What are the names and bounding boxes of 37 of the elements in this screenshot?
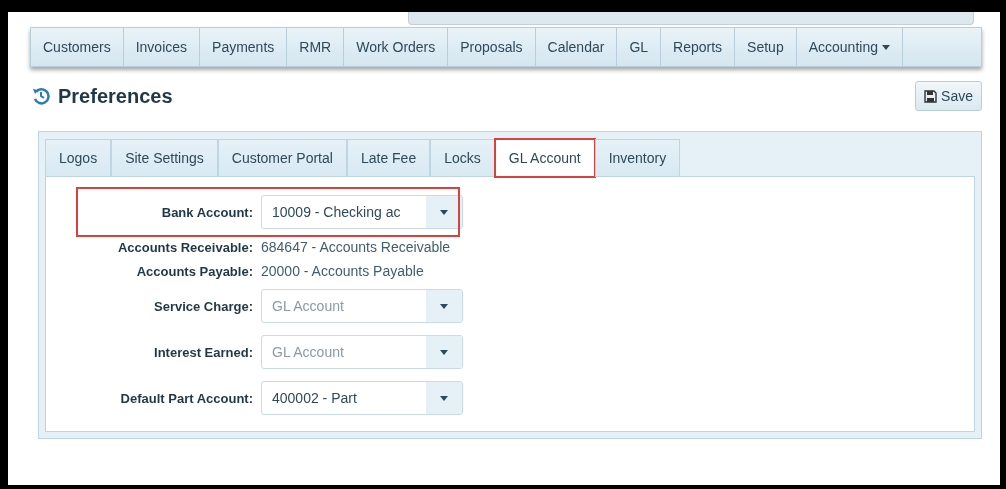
nav-link[interactable]: Proposals (448, 28, 536, 66)
nav-link[interactable]: Customers (31, 28, 124, 66)
field-label: Bank Account: (160, 204, 253, 220)
tab[interactable]: Late Fee (346, 139, 431, 177)
tab[interactable]: Locks (430, 139, 495, 177)
tab[interactable]: GL Account (494, 139, 595, 177)
field-label: Accounts Receivable: (116, 239, 253, 255)
field-label: Service Charge: (153, 298, 253, 314)
nav-link[interactable]: Calendar (535, 28, 618, 66)
tab[interactable]: Customer Portal (217, 139, 347, 177)
nav-link[interactable]: Reports (661, 28, 736, 66)
field-value: 684647 - Accounts Receivable (261, 239, 452, 255)
nav-link[interactable]: Work Orders (344, 28, 449, 66)
nav-link[interactable]: Accounting (796, 28, 903, 66)
tab[interactable]: Logos (45, 139, 112, 177)
save-button[interactable]: Save (915, 81, 982, 111)
caret-icon (881, 44, 890, 50)
field-label: Accounts Payable: (135, 263, 253, 279)
field-label: Default Part Account: (119, 390, 253, 406)
nav-link[interactable]: Setup (735, 28, 797, 66)
nav-link[interactable]: Payments (200, 28, 288, 66)
caret-icon (440, 349, 448, 355)
save-icon (924, 89, 938, 103)
history-icon (32, 87, 50, 105)
field-value: 20000 - Accounts Payable (261, 263, 425, 279)
tab[interactable]: Site Settings (111, 139, 218, 177)
caret-icon (440, 395, 448, 401)
nav-link[interactable]: GL (617, 28, 662, 66)
page-title: Preferences (58, 84, 173, 108)
caret-icon (440, 303, 448, 309)
nav-link[interactable]: Invoices (123, 28, 201, 66)
field-label: Interest Earned: (153, 344, 253, 360)
select-field[interactable]: 10009 - Checking ac (261, 195, 463, 229)
nav-link[interactable]: RMR (287, 28, 345, 66)
select-field[interactable]: 400002 - Part (261, 381, 463, 415)
caret-icon (440, 209, 448, 215)
tab[interactable]: Inventory (594, 139, 681, 177)
